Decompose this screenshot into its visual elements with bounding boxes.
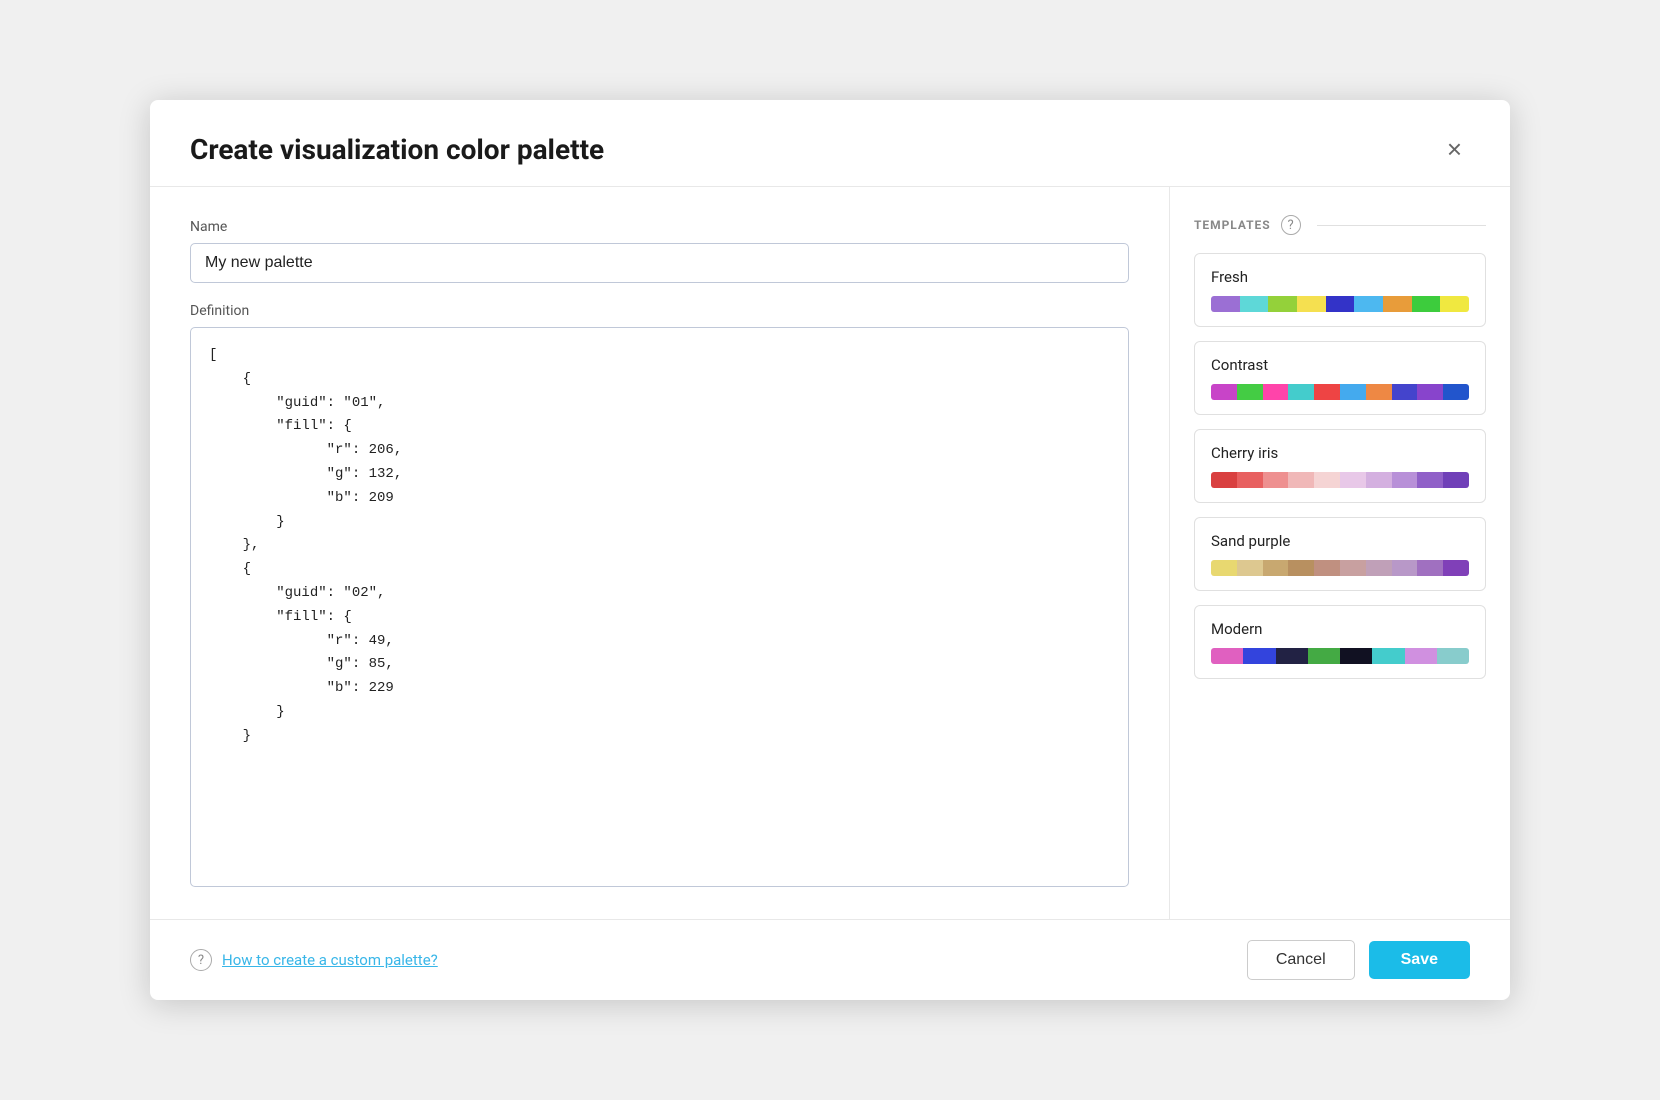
template-card-contrast[interactable]: Contrast [1194,341,1486,415]
footer-right: Cancel Save [1247,940,1470,980]
template-name-sand-purple: Sand purple [1211,532,1469,550]
close-button[interactable]: × [1439,132,1470,166]
template-name-cherry-iris: Cherry iris [1211,444,1469,462]
main-panel: Name Definition [ { "guid": "01", "fill"… [150,187,1170,919]
dialog-body: Name Definition [ { "guid": "01", "fill"… [150,187,1510,919]
help-link[interactable]: How to create a custom palette? [222,951,438,969]
template-palette-sand-purple [1211,560,1469,576]
template-card-modern[interactable]: Modern [1194,605,1486,679]
side-panel: TEMPLATES ? Fresh [1170,187,1510,919]
template-name-contrast: Contrast [1211,356,1469,374]
cancel-button[interactable]: Cancel [1247,940,1355,980]
template-palette-modern [1211,648,1469,664]
templates-help-icon[interactable]: ? [1281,215,1301,235]
template-card-cherry-iris[interactable]: Cherry iris [1194,429,1486,503]
dialog-footer: ? How to create a custom palette? Cancel… [150,919,1510,1000]
template-palette-cherry-iris [1211,472,1469,488]
dialog-title: Create visualization color palette [190,133,604,166]
definition-field-group: Definition [ { "guid": "01", "fill": { "… [190,303,1129,887]
dialog-header: Create visualization color palette × [150,100,1510,187]
templates-divider [1317,225,1486,226]
template-palette-contrast [1211,384,1469,400]
name-field-group: Name [190,219,1129,283]
templates-label: TEMPLATES [1194,218,1271,232]
template-name-modern: Modern [1211,620,1469,638]
template-card-sand-purple[interactable]: Sand purple [1194,517,1486,591]
create-palette-dialog: Create visualization color palette × Nam… [150,100,1510,1000]
footer-help-icon[interactable]: ? [190,949,212,971]
name-input[interactable] [190,243,1129,283]
name-label: Name [190,219,1129,235]
template-name-fresh: Fresh [1211,268,1469,286]
template-palette-fresh [1211,296,1469,312]
template-card-fresh[interactable]: Fresh [1194,253,1486,327]
definition-label: Definition [190,303,1129,319]
save-button[interactable]: Save [1369,941,1470,979]
templates-header: TEMPLATES ? [1194,215,1486,235]
definition-textarea[interactable]: [ { "guid": "01", "fill": { "r": 206, "g… [190,327,1129,887]
footer-left: ? How to create a custom palette? [190,949,438,971]
